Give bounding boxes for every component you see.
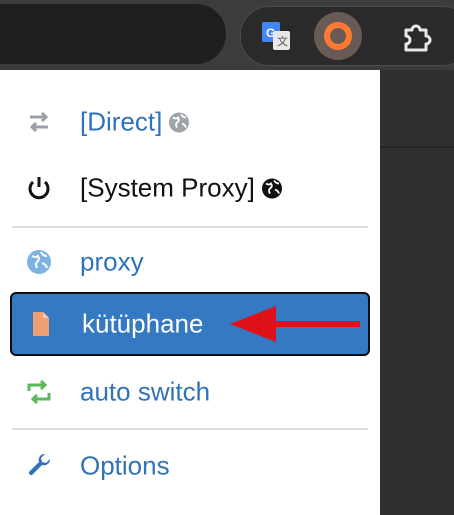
menu-item-options[interactable]: Options	[10, 434, 370, 498]
globe-icon	[27, 250, 51, 274]
wrench-icon	[28, 453, 51, 476]
switch-icon	[27, 379, 51, 405]
menu-divider	[12, 226, 368, 228]
power-icon	[28, 177, 50, 200]
extensions-puzzle-icon[interactable]	[400, 20, 434, 54]
file-icon	[33, 312, 49, 336]
menu-item-system-proxy[interactable]: [System Proxy]	[10, 156, 370, 220]
svg-text:文: 文	[277, 34, 288, 48]
menu-item-direct[interactable]: [Direct]	[10, 90, 370, 154]
address-bar[interactable]	[0, 4, 226, 64]
menu-item-options-label: Options	[80, 450, 170, 481]
proxy-switch-menu: [Direct] [System Proxy] proxy kütüphane …	[0, 70, 380, 515]
google-translate-icon[interactable]: G 文	[262, 22, 290, 50]
red-pointer-arrow-icon	[230, 306, 360, 342]
menu-item-proxy-label: proxy	[80, 246, 144, 277]
globe-icon	[261, 178, 282, 199]
switchyomega-icon[interactable]	[314, 12, 362, 60]
page-background	[380, 70, 454, 515]
switchyomega-ring	[324, 22, 352, 50]
menu-item-direct-label: [Direct]	[80, 107, 190, 138]
menu-divider	[12, 428, 368, 430]
page-divider-line	[380, 146, 454, 148]
menu-item-kutuphane-label: kütüphane	[82, 308, 204, 339]
direct-arrows-icon	[29, 111, 49, 133]
menu-item-system-proxy-label: [System Proxy]	[80, 173, 283, 204]
menu-item-proxy[interactable]: proxy	[10, 230, 370, 294]
globe-icon	[169, 112, 190, 133]
menu-item-auto-switch[interactable]: auto switch	[10, 360, 370, 424]
menu-item-auto-switch-label: auto switch	[80, 376, 211, 407]
